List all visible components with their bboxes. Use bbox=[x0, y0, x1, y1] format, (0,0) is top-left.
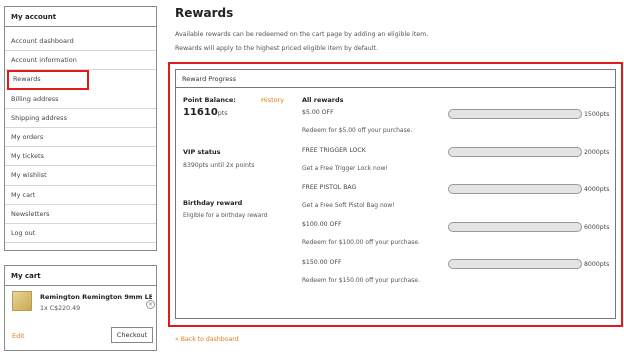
nav-item-account-dashboard[interactable]: Account dashboard bbox=[5, 32, 156, 52]
reward-name: FREE PISTOL BAG bbox=[302, 184, 357, 191]
reward-points: 6000pts bbox=[584, 224, 610, 231]
reward-description: Redeem for $5.00 off your purchase. bbox=[302, 127, 413, 134]
vip-status-label: VIP status bbox=[183, 148, 221, 156]
points-number: 11610 bbox=[183, 107, 218, 118]
vip-status-text: 8390pts until 2x points bbox=[183, 162, 255, 169]
nav-item-my-orders[interactable]: My orders bbox=[5, 128, 156, 148]
nav-item-rewards[interactable]: Rewards bbox=[7, 70, 89, 90]
reward-name: FREE TRIGGER LOCK bbox=[302, 147, 366, 154]
points-unit: pts bbox=[217, 110, 228, 117]
reward-progress-bar bbox=[448, 184, 582, 194]
reward-description: Redeem for $100.00 off your purchase. bbox=[302, 239, 420, 246]
birthday-reward-label: Birthday reward bbox=[183, 199, 243, 207]
nav-item-newsletters[interactable]: Newsletters bbox=[5, 205, 156, 225]
nav-item-my-cart[interactable]: My cart bbox=[5, 186, 156, 205]
back-to-dashboard-link[interactable]: « Back to dashboard bbox=[175, 336, 239, 343]
point-balance-label: Point Balance: bbox=[183, 96, 236, 104]
remove-item-icon[interactable]: × bbox=[146, 300, 155, 309]
nav-item-my-wishlist[interactable]: My wishlist bbox=[5, 166, 156, 186]
reward-points: 4000pts bbox=[584, 186, 610, 193]
reward-description: Redeem for $150.00 off your purchase. bbox=[302, 277, 420, 284]
reward-name: $5.00 OFF bbox=[302, 109, 334, 116]
birthday-reward-text: Eligible for a birthday reward bbox=[183, 213, 268, 219]
checkout-button[interactable]: Checkout bbox=[111, 327, 153, 343]
reward-description: Get a Free Soft Pistol Bag now! bbox=[302, 202, 395, 209]
nav-item-my-tickets[interactable]: My tickets bbox=[5, 147, 156, 167]
account-nav-list: Account dashboard Account information Re… bbox=[5, 27, 156, 244]
cart-edit-link[interactable]: Edit bbox=[12, 332, 25, 340]
reward-name: $150.00 OFF bbox=[302, 259, 342, 266]
nav-item-account-information[interactable]: Account information bbox=[5, 51, 156, 71]
account-nav-panel: My account Account dashboard Account inf… bbox=[4, 6, 157, 251]
reward-progress-bar bbox=[448, 109, 582, 119]
reward-progress-bar bbox=[448, 147, 582, 157]
reward-description: Get a Free Trigger Lock now! bbox=[302, 165, 388, 172]
point-balance-value: 11610pts bbox=[183, 107, 228, 118]
mini-cart-panel: My cart Remington Remington 9mm LE Trair… bbox=[4, 265, 157, 351]
history-link[interactable]: History bbox=[261, 96, 284, 104]
nav-item-shipping-address[interactable]: Shipping address bbox=[5, 109, 156, 129]
cart-item-thumbnail[interactable] bbox=[12, 291, 32, 311]
rewards-intro-text: Available rewards can be redeemed on the… bbox=[175, 31, 429, 38]
reward-points: 1500pts bbox=[584, 111, 610, 118]
cart-item-name[interactable]: Remington Remington 9mm LE Trair bbox=[40, 293, 152, 301]
mini-cart-header: My cart bbox=[5, 266, 156, 286]
all-rewards-title: All rewards bbox=[302, 96, 344, 104]
rewards-apply-text: Rewards will apply to the highest priced… bbox=[175, 45, 378, 52]
cart-item-quantity-price: 1x C$220.49 bbox=[40, 305, 81, 312]
nav-item-log-out[interactable]: Log out bbox=[5, 224, 156, 244]
reward-progress-header: Reward Progress bbox=[176, 70, 615, 88]
reward-points: 2000pts bbox=[584, 149, 610, 156]
nav-item-billing-address[interactable]: Billing address bbox=[5, 90, 156, 109]
reward-progress-bar bbox=[448, 222, 582, 232]
reward-points: 8000pts bbox=[584, 261, 610, 268]
reward-progress-bar bbox=[448, 259, 582, 269]
reward-name: $100.00 OFF bbox=[302, 221, 342, 228]
reward-progress-card: Reward Progress Point Balance: History 1… bbox=[175, 69, 616, 319]
page-title: Rewards bbox=[175, 6, 234, 20]
account-nav-header: My account bbox=[5, 7, 156, 27]
